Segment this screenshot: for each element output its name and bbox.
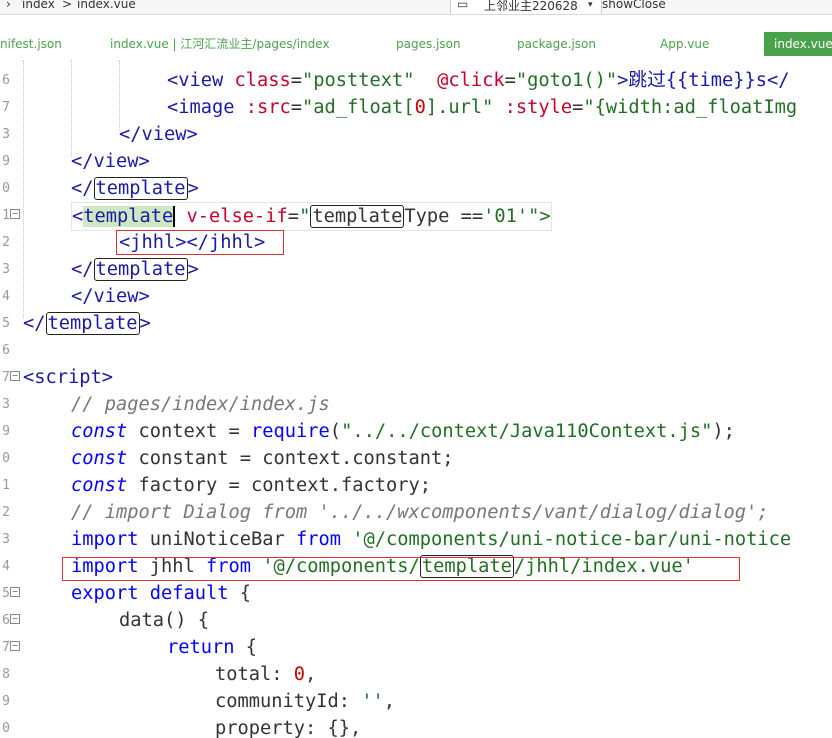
line-number: 6 bbox=[2, 613, 10, 628]
breadcrumb-item-file[interactable]: index.vue bbox=[77, 0, 136, 11]
line-number: 0 bbox=[2, 181, 10, 196]
project-name: 上邻业主220628 bbox=[484, 0, 578, 13]
line-number: 3 bbox=[2, 532, 10, 547]
line-number: 9 bbox=[2, 154, 10, 169]
indent-guide bbox=[119, 60, 120, 130]
code-line: // import Dialog from '../../wxcomponent… bbox=[71, 502, 769, 523]
breadcrumb-bar: › index > index.vue ▭ 上邻业主220628 ▾ showC… bbox=[0, 0, 832, 15]
code-line: return { bbox=[167, 637, 258, 658]
line-number: 4 bbox=[2, 289, 10, 304]
line-number: 1 bbox=[2, 478, 10, 493]
line-number: 6 bbox=[2, 343, 10, 358]
line-number: 4 bbox=[2, 559, 10, 574]
highlight-box bbox=[62, 557, 740, 581]
code-line: </template > bbox=[23, 312, 151, 335]
code-line: const constant = context.constant; bbox=[71, 448, 454, 469]
code-editor[interactable]: 6 7 3 9 0 1 2 3 4 5 6 7 3 9 0 1 2 3 4 5 … bbox=[0, 60, 832, 738]
line-number: 3 bbox=[2, 262, 10, 277]
code-line: </view> bbox=[119, 124, 198, 145]
fold-toggle-icon[interactable]: − bbox=[10, 209, 20, 219]
editor-tab-bar: nifest.json index.vue | 江河汇流业主/pages/ind… bbox=[0, 32, 832, 56]
code-line: </view> bbox=[71, 151, 150, 172]
tab-index-vue-active[interactable]: index.vue bbox=[764, 32, 832, 56]
fold-toggle-icon[interactable]: − bbox=[10, 587, 20, 597]
line-number: 5 bbox=[2, 586, 10, 601]
code-line: // pages/index/index.js bbox=[71, 394, 330, 415]
code-line-current: <template v-else-if=" template Type =='01'… bbox=[71, 202, 552, 231]
breadcrumb-sep-icon: › bbox=[6, 0, 11, 11]
tab-index-vue-path[interactable]: index.vue | 江河汇流业主/pages/index bbox=[110, 32, 330, 56]
fold-toggle-icon[interactable]: − bbox=[10, 641, 20, 651]
code-line: total: 0, bbox=[215, 664, 317, 685]
line-number: 3 bbox=[2, 397, 10, 412]
code-line: const context = require("../../context/J… bbox=[71, 421, 735, 442]
line-number: 7 bbox=[2, 100, 10, 115]
code-line: export default { bbox=[71, 583, 252, 604]
line-number: 7 bbox=[2, 640, 10, 655]
folder-icon: ▭ bbox=[457, 0, 469, 11]
line-number: 9 bbox=[2, 424, 10, 439]
breadcrumb-item-index[interactable]: index bbox=[22, 0, 55, 11]
indent-guide bbox=[71, 60, 72, 157]
code-line: <image :src="ad_float[0].url" :style="{w… bbox=[167, 97, 798, 118]
tab-app-vue[interactable]: App.vue bbox=[660, 32, 709, 56]
line-number: 0 bbox=[2, 721, 10, 736]
code-line: property: {}, bbox=[215, 718, 362, 738]
code-line: import uniNoticeBar from '@/components/u… bbox=[71, 529, 792, 550]
code-line: const factory = context.factory; bbox=[71, 475, 432, 496]
tab-pages-json[interactable]: pages.json bbox=[396, 32, 461, 56]
code-line: </template > bbox=[71, 258, 199, 281]
tab-manifest-json[interactable]: nifest.json bbox=[0, 32, 62, 56]
code-line: communityId: '', bbox=[215, 691, 396, 712]
fold-toggle-icon[interactable]: − bbox=[10, 371, 20, 381]
code-line: data() { bbox=[119, 610, 210, 631]
fold-toggle-icon[interactable]: − bbox=[10, 614, 20, 624]
line-number: 3 bbox=[2, 127, 10, 142]
line-number: 2 bbox=[2, 505, 10, 520]
code-line: <view class="posttext" @click="goto1()">… bbox=[167, 70, 790, 91]
line-number: 8 bbox=[2, 667, 10, 682]
line-number: 0 bbox=[2, 451, 10, 466]
tab-package-json[interactable]: package.json bbox=[517, 32, 596, 56]
line-number: 1 bbox=[2, 208, 10, 223]
method-name: showClose bbox=[602, 0, 666, 11]
code-line: </view> bbox=[71, 286, 150, 307]
code-line: </template > bbox=[71, 177, 199, 200]
highlight-box bbox=[116, 230, 284, 255]
indent-guide bbox=[23, 60, 24, 318]
line-number: 7 bbox=[2, 370, 10, 385]
line-number: 5 bbox=[2, 316, 10, 331]
dropdown-arrow-icon[interactable]: ▾ bbox=[588, 0, 593, 10]
line-number: 6 bbox=[2, 73, 10, 88]
line-number: 2 bbox=[2, 235, 10, 250]
code-line: <script> bbox=[23, 367, 114, 388]
breadcrumb-separator: > bbox=[62, 0, 73, 11]
line-number: 9 bbox=[2, 694, 10, 709]
